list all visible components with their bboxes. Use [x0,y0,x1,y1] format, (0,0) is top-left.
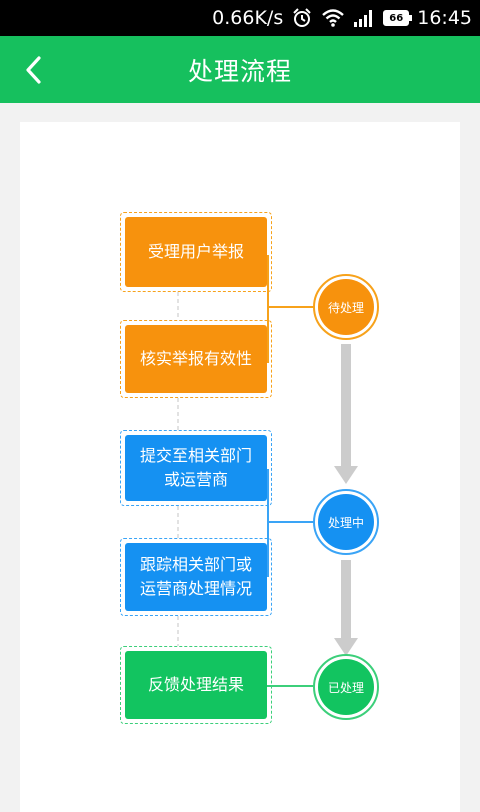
alarm-icon [291,7,313,29]
app-header: 处理流程 [0,36,480,103]
flow-step-verify-report: 核实举报有效性 [120,320,272,398]
page-title: 处理流程 [187,56,292,86]
signal-icon [353,9,375,27]
flow-step-label: 核实举报有效性 [125,325,267,393]
battery-icon: 66 [383,10,413,26]
flow-step-track-progress: 跟踪相关部门或 运营商处理情况 [120,538,272,616]
flow-step-label: 受理用户举报 [125,217,267,287]
clock: 16:45 [417,7,472,29]
status-bar: 0.66K/s 66 16:45 [0,0,480,36]
status-label: 处理中 [318,494,374,550]
flow-step-label: 反馈处理结果 [125,651,267,719]
status-label: 待处理 [318,279,374,335]
flow-step-accept-report: 受理用户举报 [120,212,272,292]
status-pending: 待处理 [313,274,379,340]
flow-step-submit-department: 提交至相关部门 或运营商 [120,430,272,506]
status-processing: 处理中 [313,489,379,555]
flow-card: 受理用户举报 核实举报有效性 提交至相关部门 或运营商 跟踪相关部门或 运营商处… [20,122,460,812]
status-done: 已处理 [313,654,379,720]
network-speed: 0.66K/s [212,7,284,29]
chevron-left-icon [26,56,41,84]
wifi-icon [321,8,345,28]
status-label: 已处理 [318,659,374,715]
battery-level: 66 [389,12,404,24]
flow-step-label: 跟踪相关部门或 运营商处理情况 [125,543,267,611]
back-button[interactable] [14,48,54,92]
flow-step-feedback-result: 反馈处理结果 [120,646,272,724]
flow-step-label: 提交至相关部门 或运营商 [125,435,267,501]
